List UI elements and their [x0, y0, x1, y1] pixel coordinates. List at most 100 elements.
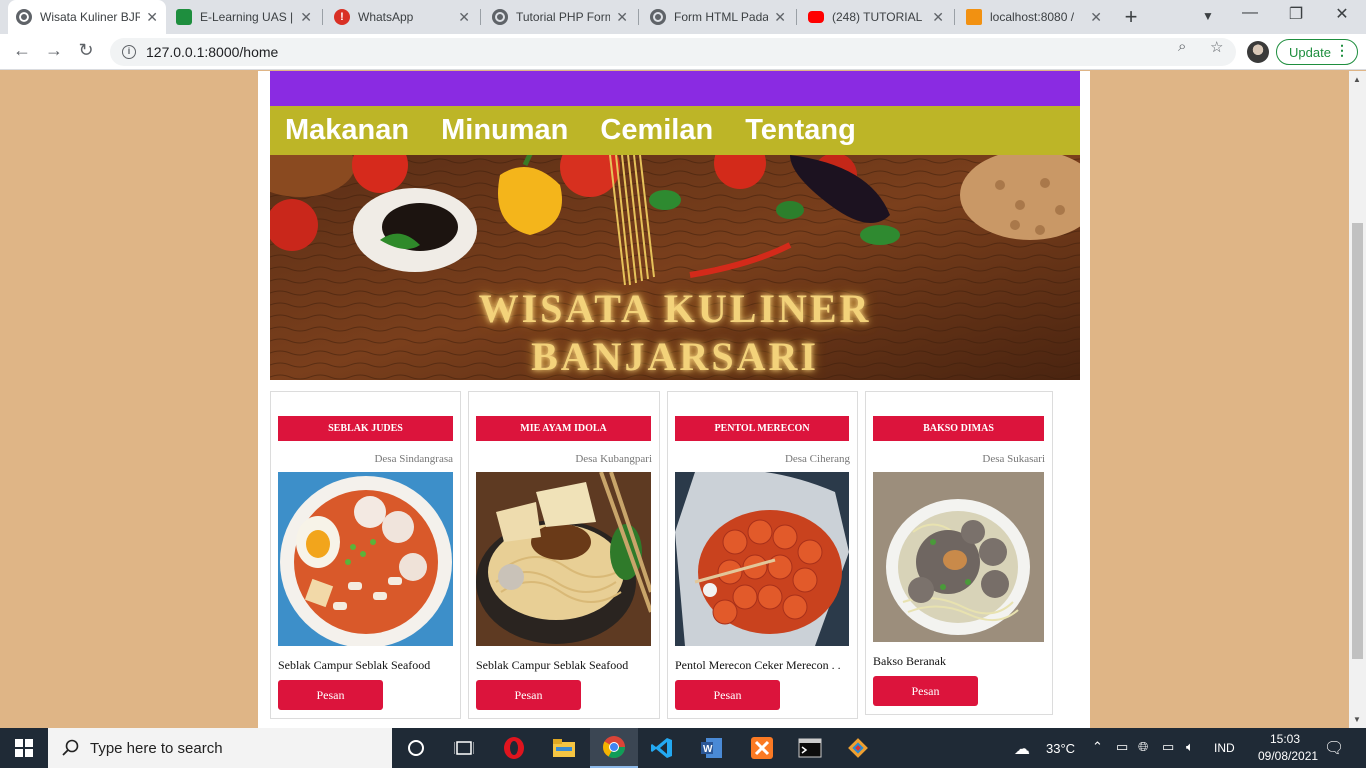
minimize-icon[interactable]: —	[1230, 4, 1270, 22]
tab-localhost[interactable]: localhost:8080 / ✕	[958, 0, 1110, 34]
tab-title: WhatsApp	[358, 10, 414, 24]
task-view-icon[interactable]	[440, 728, 488, 768]
food-photo	[675, 472, 849, 646]
search-icon	[62, 739, 79, 756]
tab-separator	[480, 9, 481, 25]
globe-network-icon[interactable]: 🌐︎	[1138, 739, 1148, 755]
card-village: Desa Sindangrasa	[374, 453, 453, 465]
card-description: Seblak Campur Seblak Seafood	[278, 658, 431, 672]
close-icon[interactable]: ✕	[932, 9, 944, 26]
page-scrollbar[interactable]: ▲ ▼	[1349, 71, 1366, 728]
network-device-icon[interactable]: ▭	[1116, 739, 1128, 755]
tab-whatsapp[interactable]: ! WhatsApp ✕	[326, 0, 478, 34]
tab-title: Form HTML Pada	[674, 10, 769, 24]
browser-tab-strip: Wisata Kuliner BJR ✕ E-Learning UAS | ✕ …	[0, 0, 1366, 34]
xampp-icon[interactable]	[738, 728, 786, 768]
hero-banner: WISATA KULINER BANJARSARI	[270, 155, 1080, 380]
scroll-thumb[interactable]	[1352, 223, 1363, 659]
card-title: SEBLAK JUDES	[278, 416, 453, 441]
order-button[interactable]: Pesan	[278, 680, 383, 710]
notification-icon[interactable]: 🗨︎	[1324, 738, 1344, 758]
tab-separator	[796, 9, 797, 25]
reload-icon[interactable]: ↻	[74, 40, 98, 61]
tab-elearning[interactable]: E-Learning UAS | ✕	[168, 0, 320, 34]
tab-tutorial-php[interactable]: Tutorial PHP Form ✕	[484, 0, 636, 34]
globe-icon	[492, 9, 508, 25]
nav-link-minuman[interactable]: Minuman	[441, 114, 568, 147]
page-viewport: Makanan Minuman Cemilan Tentang WISATA K…	[0, 71, 1349, 728]
card-title: MIE AYAM IDOLA	[476, 416, 651, 441]
close-icon[interactable]: ✕	[300, 9, 312, 26]
card-title: BAKSO DIMAS	[873, 416, 1044, 441]
forward-arrow-icon[interactable]: →	[42, 40, 66, 61]
address-bar[interactable]: i 127.0.0.1:8000/home	[110, 38, 1236, 66]
tab-youtube[interactable]: (248) TUTORIAL In ✕	[800, 0, 952, 34]
cortana-icon[interactable]	[392, 728, 440, 768]
tab-form-html[interactable]: Form HTML Pada ✕	[642, 0, 794, 34]
close-icon[interactable]: ✕	[774, 9, 786, 26]
tab-title: (248) TUTORIAL In	[832, 10, 927, 24]
search-placeholder: Type here to search	[90, 739, 223, 757]
clock-time[interactable]: 15:03	[1262, 732, 1308, 746]
back-arrow-icon[interactable]: ←	[10, 40, 34, 61]
browser-toolbar: ← → ↻ i 127.0.0.1:8000/home ⌕ ☆ Update ⋮	[0, 34, 1366, 70]
terminal-icon[interactable]	[786, 728, 834, 768]
tab-title: E-Learning UAS |	[200, 10, 294, 24]
tab-separator	[638, 9, 639, 25]
banner-title-line2: BANJARSARI	[531, 334, 819, 379]
file-explorer-icon[interactable]	[540, 728, 588, 768]
zoom-icon[interactable]: ⌕	[1178, 38, 1186, 55]
nav-link-cemilan[interactable]: Cemilan	[600, 114, 713, 147]
taskbar-search[interactable]: Type here to search	[48, 728, 392, 768]
scroll-up-icon[interactable]: ▲	[1353, 75, 1361, 84]
weather-icon[interactable]: ☁	[1014, 739, 1030, 759]
card-village: Desa Kubangpari	[575, 453, 652, 465]
nav-link-tentang[interactable]: Tentang	[745, 114, 856, 147]
page-container: Makanan Minuman Cemilan Tentang WISATA K…	[258, 71, 1090, 728]
tab-wisata-kuliner[interactable]: Wisata Kuliner BJR ✕	[8, 0, 166, 34]
update-button[interactable]: Update ⋮	[1276, 39, 1358, 65]
opera-icon[interactable]	[490, 728, 538, 768]
order-button[interactable]: Pesan	[873, 676, 978, 706]
card-description: Seblak Campur Seblak Seafood	[476, 658, 629, 672]
banner-title-line1: WISATA KULINER	[478, 286, 872, 331]
tab-search-icon[interactable]: ▼	[1188, 9, 1228, 23]
restore-icon[interactable]: ❐	[1276, 4, 1316, 24]
volume-icon[interactable]: 🔈︎	[1186, 739, 1194, 755]
alert-icon: !	[334, 9, 350, 25]
window-close-icon[interactable]: ✕	[1322, 4, 1362, 24]
close-icon[interactable]: ✕	[1090, 9, 1102, 26]
git-tool-icon[interactable]	[834, 728, 882, 768]
chrome-icon[interactable]	[590, 728, 638, 768]
tab-title: Tutorial PHP Form	[516, 10, 611, 24]
windows-start-icon[interactable]	[0, 728, 48, 768]
globe-icon	[16, 9, 32, 25]
close-icon[interactable]: ✕	[458, 9, 470, 26]
info-icon[interactable]: i	[122, 45, 136, 59]
close-icon[interactable]: ✕	[616, 9, 628, 26]
tray-chevron-icon[interactable]: ⌃	[1092, 739, 1103, 755]
scroll-down-icon[interactable]: ▼	[1353, 715, 1361, 724]
bookmark-star-icon[interactable]: ☆	[1210, 38, 1223, 56]
language-indicator[interactable]: IND	[1214, 741, 1235, 755]
weather-temp[interactable]: 33°C	[1046, 741, 1075, 756]
order-button[interactable]: Pesan	[675, 680, 780, 710]
card-village: Desa Sukasari	[982, 453, 1045, 465]
battery-icon[interactable]: ▭	[1162, 739, 1174, 755]
profile-avatar[interactable]	[1247, 41, 1269, 63]
tab-separator	[322, 9, 323, 25]
food-card: PENTOL MERECON Desa Ciherang Pentol Mere	[667, 391, 858, 719]
vscode-icon[interactable]	[638, 728, 686, 768]
close-icon[interactable]: ✕	[146, 9, 158, 26]
card-title: PENTOL MERECON	[675, 416, 849, 441]
url-text[interactable]: 127.0.0.1:8000/home	[146, 44, 278, 60]
windows-taskbar: Type here to search W ☁ 33°C ⌃ ▭ 🌐︎ ▭ 🔈︎…	[0, 728, 1366, 768]
youtube-icon	[808, 11, 824, 23]
food-card: SEBLAK JUDES Desa Sindangrasa Seblak Cam…	[270, 391, 461, 719]
order-button[interactable]: Pesan	[476, 680, 581, 710]
globe-icon	[650, 9, 666, 25]
clock-date[interactable]: 09/08/2021	[1258, 749, 1318, 763]
word-icon[interactable]: W	[688, 728, 736, 768]
nav-link-makanan[interactable]: Makanan	[285, 114, 409, 147]
new-tab-icon[interactable]: +	[1118, 4, 1144, 30]
